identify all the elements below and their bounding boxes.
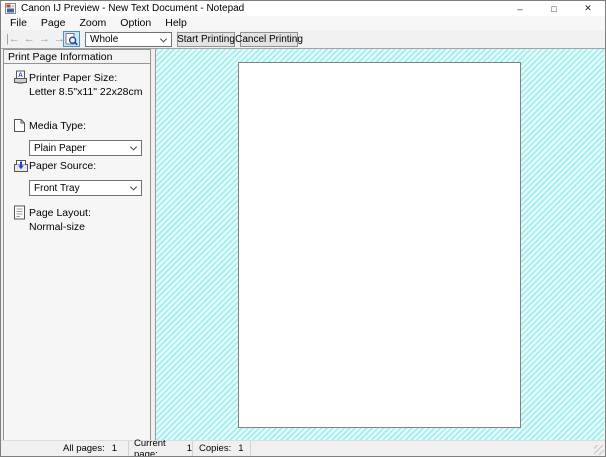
caption-controls: – □ ✕ <box>503 1 605 16</box>
paper-tray-icon <box>13 158 29 173</box>
panel-header: Print Page Information <box>4 50 150 64</box>
page-layout-icon <box>13 205 26 220</box>
toolbar: |← ← → →| Whole Start Printing Cancel Pr… <box>1 30 605 49</box>
printer-paper-size-value: Letter 8.5"x11" 22x28cm <box>29 86 143 98</box>
printer-icon: A <box>13 70 28 85</box>
first-page-button[interactable]: |← <box>6 32 20 46</box>
chevron-down-icon <box>130 183 137 190</box>
current-page-segment: Current page: 1 <box>129 441 193 456</box>
menu-zoom[interactable]: Zoom <box>72 17 113 29</box>
menu-help[interactable]: Help <box>158 17 194 29</box>
menu-file[interactable]: File <box>3 17 34 29</box>
start-printing-button[interactable]: Start Printing <box>177 32 235 47</box>
status-filler <box>251 441 605 456</box>
paper-source-group: Paper Source: Front Tray <box>13 158 145 200</box>
zoom-tool-button[interactable] <box>63 31 80 47</box>
minimize-button[interactable]: – <box>503 1 537 16</box>
titlebar: Canon IJ Preview - New Text Document - N… <box>1 1 605 16</box>
page-nav-group: |← ← → →| <box>6 32 68 46</box>
preview-page <box>238 62 521 428</box>
cancel-printing-button[interactable]: Cancel Printing <box>240 32 298 47</box>
menubar: File Page Zoom Option Help <box>1 16 605 30</box>
media-sheet-icon <box>13 118 26 133</box>
close-button[interactable]: ✕ <box>571 1 605 16</box>
resize-grip[interactable] <box>594 445 604 455</box>
chevron-down-icon <box>130 143 137 150</box>
page-layout-group: Page Layout: Normal-size <box>13 205 145 241</box>
copies-segment: Copies: 1 <box>193 441 251 456</box>
zoom-level-select[interactable]: Whole <box>85 32 172 47</box>
canon-ij-preview-window: Canon IJ Preview - New Text Document - N… <box>0 0 606 457</box>
app-icon[interactable] <box>5 3 16 14</box>
printer-paper-size-label: Printer Paper Size: <box>29 72 117 84</box>
previous-page-button[interactable]: ← <box>24 32 35 46</box>
current-page-value: 1 <box>187 443 192 454</box>
menu-page[interactable]: Page <box>34 17 73 29</box>
window-title: Canon IJ Preview - New Text Document - N… <box>21 3 244 14</box>
chevron-down-icon <box>160 35 167 42</box>
paper-source-value: Front Tray <box>34 183 80 194</box>
svg-text:A: A <box>18 72 23 79</box>
statusbar: All pages: 1 Current page: 1 Copies: 1 <box>1 440 605 456</box>
media-type-select[interactable]: Plain Paper <box>29 140 142 156</box>
zoom-level-value: Whole <box>90 34 118 45</box>
all-pages-segment: All pages: 1 <box>1 441 129 456</box>
maximize-button[interactable]: □ <box>537 1 571 16</box>
current-page-label: Current page: <box>134 438 180 457</box>
paper-source-label: Paper Source: <box>29 160 96 172</box>
page-layout-label: Page Layout: <box>29 207 91 219</box>
paper-source-select[interactable]: Front Tray <box>29 180 142 196</box>
media-type-group: Media Type: Plain Paper <box>13 118 145 160</box>
media-type-label: Media Type: <box>29 120 86 132</box>
page-layout-value: Normal-size <box>29 221 85 233</box>
printer-paper-size-group: A Printer Paper Size: Letter 8.5"x11" 22… <box>13 70 145 106</box>
magnifier-page-icon <box>65 33 78 46</box>
copies-label: Copies: <box>199 443 231 454</box>
all-pages-value: 1 <box>112 443 117 454</box>
menu-option[interactable]: Option <box>113 17 158 29</box>
media-type-value: Plain Paper <box>34 143 86 154</box>
all-pages-label: All pages: <box>63 443 105 454</box>
print-page-information-panel: Print Page Information A Printer Paper S… <box>3 49 151 441</box>
next-page-button[interactable]: → <box>39 32 50 46</box>
preview-canvas <box>155 49 604 440</box>
copies-value: 1 <box>238 443 243 454</box>
